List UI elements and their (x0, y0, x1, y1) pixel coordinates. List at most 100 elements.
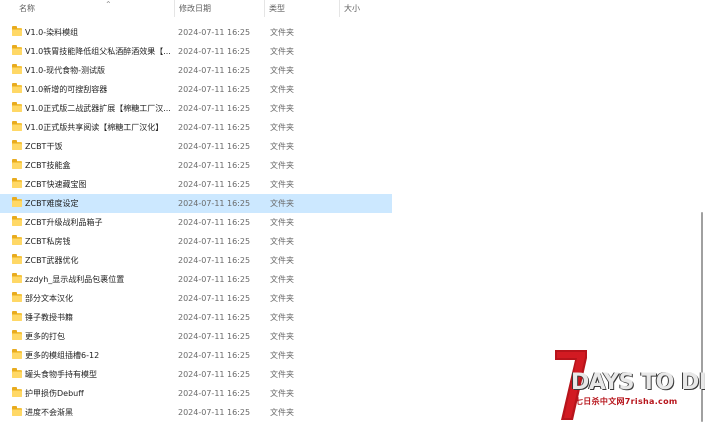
header-size[interactable]: 大小 (340, 0, 398, 17)
row-type: 文件夹 (270, 199, 294, 208)
watermark-subtitle: 七日杀中文网7risha.com (575, 397, 678, 406)
table-row[interactable]: V1.0铁胃技能降低组父私酒醉酒效果【... 2024-07-11 16:25 文件… (0, 42, 392, 61)
row-name: V1.0-现代食物-测试版 (25, 66, 105, 75)
folder-icon (12, 102, 22, 112)
table-row[interactable]: 锤子教授书籍 2024-07-11 16:25 文件夹 (0, 308, 392, 327)
row-name: ZCBT升级战利品箱子 (25, 218, 103, 227)
folder-icon (12, 292, 22, 302)
table-row[interactable]: ZCBT干饭 2024-07-11 16:25 文件夹 (0, 137, 392, 156)
row-type: 文件夹 (270, 237, 294, 246)
row-type: 文件夹 (270, 161, 294, 170)
folder-icon (12, 406, 22, 416)
row-name: ZCBT私房钱 (25, 237, 71, 246)
folder-icon (12, 45, 22, 55)
row-date: 2024-07-11 16:25 (178, 47, 251, 56)
row-date: 2024-07-11 16:25 (178, 66, 251, 75)
folder-icon (12, 254, 22, 264)
row-type: 文件夹 (270, 28, 294, 37)
row-name: V1.0新增的可搜刮容器 (25, 85, 108, 94)
row-date: 2024-07-11 16:25 (178, 28, 251, 37)
watermark-title: DAYS TO DIE (571, 370, 705, 395)
table-row[interactable]: 护甲损伤Debuff 2024-07-11 16:25 文件夹 (0, 384, 392, 403)
row-date: 2024-07-11 16:25 (178, 218, 251, 227)
row-date: 2024-07-11 16:25 (178, 275, 251, 284)
folder-icon (12, 64, 22, 74)
folder-icon (12, 387, 22, 397)
row-name: 更多的模组插槽6-12 (25, 351, 100, 360)
row-date: 2024-07-11 16:25 (178, 332, 251, 341)
row-type: 文件夹 (270, 218, 294, 227)
watermark-logo: DAYS TO DIE 七日杀中文网7risha.com (555, 350, 705, 421)
row-name: ZCBT难度设定 (25, 199, 79, 208)
row-date: 2024-07-11 16:25 (178, 313, 251, 322)
folder-icon (12, 83, 22, 93)
table-row[interactable]: V1.0正式版共享阅读【棉糖工厂汉化】 2024-07-11 16:25 文件夹 (0, 118, 392, 137)
table-row[interactable]: 更多的模组插槽6-12 2024-07-11 16:25 文件夹 (0, 346, 392, 365)
row-name: zzdyh_显示战利品包裹位置 (25, 275, 125, 284)
row-date: 2024-07-11 16:25 (178, 104, 251, 113)
row-name: 更多的打包 (25, 332, 65, 341)
row-date: 2024-07-11 16:25 (178, 180, 251, 189)
table-row[interactable]: V1.0新增的可搜刮容器 2024-07-11 16:25 文件夹 (0, 80, 392, 99)
folder-icon (12, 273, 22, 283)
table-row[interactable]: 进度不会渐黑 2024-07-11 16:25 文件夹 (0, 403, 392, 422)
header-type-label: 类型 (269, 4, 285, 13)
table-row[interactable]: 部分文本汉化 2024-07-11 16:25 文件夹 (0, 289, 392, 308)
row-type: 文件夹 (270, 180, 294, 189)
row-name: ZCBT武器优化 (25, 256, 79, 265)
row-type: 文件夹 (270, 104, 294, 113)
row-name: ZCBT干饭 (25, 142, 63, 151)
row-type: 文件夹 (270, 294, 294, 303)
row-type: 文件夹 (270, 351, 294, 360)
folder-icon (12, 216, 22, 226)
table-row[interactable]: 罐头食物手持有模型 2024-07-11 16:25 文件夹 (0, 365, 392, 384)
folder-icon (12, 121, 22, 131)
row-date: 2024-07-11 16:25 (178, 161, 251, 170)
table-row[interactable]: ZCBT技能盒 2024-07-11 16:25 文件夹 (0, 156, 392, 175)
table-row[interactable]: ZCBT私房钱 2024-07-11 16:25 文件夹 (0, 232, 392, 251)
header-type[interactable]: 类型 (265, 0, 340, 17)
row-date: 2024-07-11 16:25 (178, 351, 251, 360)
table-row[interactable]: ZCBT快速藏宝图 2024-07-11 16:25 文件夹 (0, 175, 392, 194)
row-date: 2024-07-11 16:25 (178, 370, 251, 379)
row-type: 文件夹 (270, 408, 294, 417)
header-date[interactable]: 修改日期 (175, 0, 265, 17)
table-row[interactable]: zzdyh_显示战利品包裹位置 2024-07-11 16:25 文件夹 (0, 270, 392, 289)
row-name: 护甲损伤Debuff (25, 389, 84, 398)
row-date: 2024-07-11 16:25 (178, 389, 251, 398)
row-type: 文件夹 (270, 85, 294, 94)
row-name: V1.0正式版共享阅读【棉糖工厂汉化】 (25, 123, 164, 132)
table-row[interactable]: ZCBT武器优化 2024-07-11 16:25 文件夹 (0, 251, 392, 270)
table-row[interactable]: V1.0-现代食物-测试版 2024-07-11 16:25 文件夹 (0, 61, 392, 80)
folder-icon (12, 330, 22, 340)
header-name-label: 名称 (19, 4, 35, 13)
row-name: ZCBT技能盒 (25, 161, 71, 170)
table-row[interactable]: V1.0-染料模组 2024-07-11 16:25 文件夹 (0, 23, 392, 42)
header-date-label: 修改日期 (179, 4, 211, 13)
column-header: 名称 ⌃ 修改日期 类型 大小 (0, 0, 698, 17)
folder-icon (12, 311, 22, 321)
table-row[interactable]: 更多的打包 2024-07-11 16:25 文件夹 (0, 327, 392, 346)
row-type: 文件夹 (270, 66, 294, 75)
folder-icon (12, 140, 22, 150)
folder-icon (12, 159, 22, 169)
table-row[interactable]: ZCBT升级战利品箱子 2024-07-11 16:25 文件夹 (0, 213, 392, 232)
row-name: V1.0正式版二战武器扩展【棉糖工厂汉... (25, 104, 171, 113)
folder-icon (12, 349, 22, 359)
header-name[interactable]: 名称 ⌃ (15, 0, 175, 17)
row-name: V1.0-染料模组 (25, 28, 79, 37)
row-name: 进度不会渐黑 (25, 408, 73, 417)
table-row[interactable]: ZCBT难度设定 2024-07-11 16:25 文件夹 (0, 194, 392, 213)
row-date: 2024-07-11 16:25 (178, 237, 251, 246)
row-type: 文件夹 (270, 389, 294, 398)
row-name: 罐头食物手持有模型 (25, 370, 97, 379)
folder-icon (12, 235, 22, 245)
row-date: 2024-07-11 16:25 (178, 142, 251, 151)
row-type: 文件夹 (270, 47, 294, 56)
row-date: 2024-07-11 16:25 (178, 294, 251, 303)
table-row[interactable]: V1.0正式版二战武器扩展【棉糖工厂汉... 2024-07-11 16:25 文件… (0, 99, 392, 118)
row-type: 文件夹 (270, 142, 294, 151)
row-type: 文件夹 (270, 256, 294, 265)
row-type: 文件夹 (270, 275, 294, 284)
row-type: 文件夹 (270, 332, 294, 341)
